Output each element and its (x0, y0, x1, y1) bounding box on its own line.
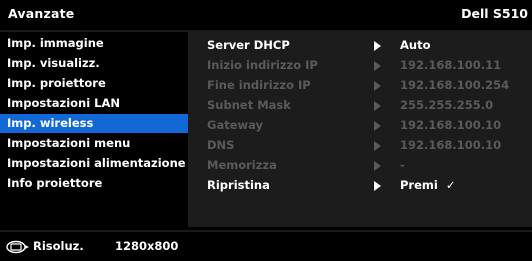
setting-value: 192.168.100.11 (400, 58, 502, 72)
setting-label: Subnet Mask (207, 98, 291, 112)
arrow-right-icon (374, 175, 381, 195)
arrow-right-icon (374, 135, 381, 155)
setting-value-text: Premi (400, 178, 438, 192)
display-icon (6, 240, 29, 254)
menu-item-impostazioni-alimentazione[interactable]: Impostazioni alimentazione (0, 154, 188, 173)
resolution-value: 1280x800 (115, 239, 179, 253)
setting-value: 192.168.100.10 (400, 138, 502, 152)
setting-value: Auto (400, 38, 431, 52)
osd-menu: Avanzate Dell S510 Imp. immagine Imp. vi… (0, 0, 532, 261)
setting-label: Server DHCP (207, 38, 290, 52)
menu-item-imp-proiettore[interactable]: Imp. proiettore (0, 74, 188, 93)
projector-model: Dell S510 (461, 6, 528, 21)
menu-item-imp-immagine[interactable]: Imp. immagine (0, 34, 188, 53)
setting-value: 192.168.100.254 (400, 78, 510, 92)
arrow-right-icon (374, 155, 381, 175)
setting-label: Inizio indirizzo IP (207, 58, 318, 72)
menu-item-imp-visualizz[interactable]: Imp. visualizz. (0, 54, 188, 73)
arrow-right-icon (374, 75, 381, 95)
setting-row-ripristina[interactable]: Ripristina Premi ✓ (188, 175, 532, 195)
setting-label: DNS (207, 138, 235, 152)
setting-row-fine-indirizzo-ip: Fine indirizzo IP 192.168.100.254 (188, 75, 532, 95)
settings-panel: Server DHCP Auto Inizio indirizzo IP 192… (188, 32, 532, 227)
setting-label: Gateway (207, 118, 264, 132)
setting-value: Premi ✓ (400, 175, 455, 195)
menu-item-info-proiettore[interactable]: Info proiettore (0, 174, 188, 193)
arrow-right-icon (374, 95, 381, 115)
setting-label: Ripristina (207, 178, 270, 192)
setting-label: Fine indirizzo IP (207, 78, 311, 92)
menu-item-impostazioni-lan[interactable]: Impostazioni LAN (0, 94, 188, 113)
menu-title: Avanzate (8, 6, 75, 21)
header-bar: Avanzate Dell S510 (0, 0, 532, 32)
arrow-right-icon (374, 115, 381, 135)
setting-row-subnet-mask: Subnet Mask 255.255.255.0 (188, 95, 532, 115)
setting-value: 192.168.100.10 (400, 118, 502, 132)
arrow-right-icon (374, 35, 381, 55)
setting-value: - (400, 158, 405, 172)
arrow-right-icon (374, 55, 381, 75)
setting-row-gateway: Gateway 192.168.100.10 (188, 115, 532, 135)
menu-item-impostazioni-menu[interactable]: Impostazioni menu (0, 134, 188, 153)
setting-label: Memorizza (207, 158, 277, 172)
setting-value: 255.255.255.0 (400, 98, 494, 112)
check-icon: ✓ (445, 178, 456, 192)
setting-row-inizio-indirizzo-ip: Inizio indirizzo IP 192.168.100.11 (188, 55, 532, 75)
setting-row-memorizza: Memorizza - (188, 155, 532, 175)
setting-row-dns: DNS 192.168.100.10 (188, 135, 532, 155)
setting-row-server-dhcp[interactable]: Server DHCP Auto (188, 35, 532, 55)
menu-item-imp-wireless[interactable]: Imp. wireless (0, 114, 188, 133)
status-footer: Risoluz. 1280x800 (0, 230, 532, 261)
resolution-label: Risoluz. (33, 239, 84, 253)
category-menu: Imp. immagine Imp. visualizz. Imp. proie… (0, 32, 188, 227)
